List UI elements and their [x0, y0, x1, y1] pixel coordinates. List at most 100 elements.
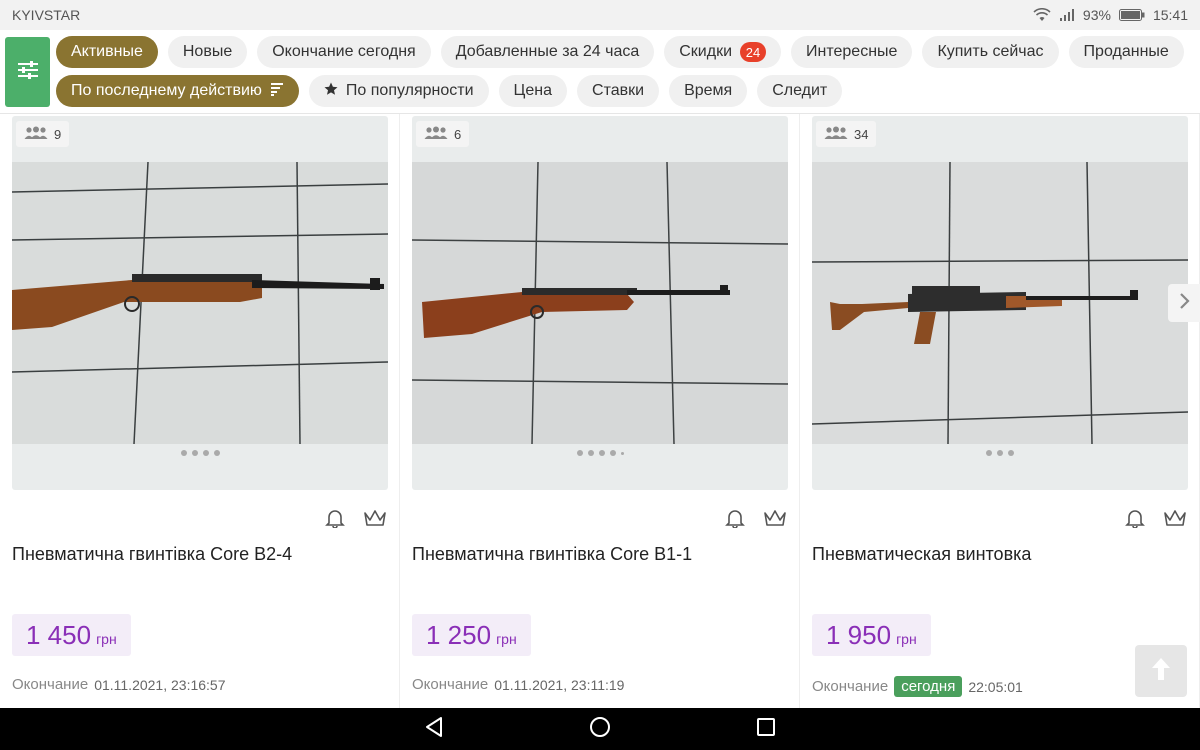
- chip-label: Купить сейчас: [937, 43, 1044, 60]
- sort-chip-bids[interactable]: Ставки: [577, 75, 660, 107]
- gallery-dot: [180, 450, 187, 456]
- bidders-number: 34: [854, 126, 869, 142]
- ending-label: Окончание: [812, 678, 889, 695]
- chip-label: Ставки: [592, 82, 645, 99]
- discount-count-badge: 24: [740, 42, 767, 62]
- battery-icon: [1118, 9, 1145, 21]
- ending-time: 01.11.2021, 23:11:19: [494, 676, 625, 693]
- chip-label: Активные: [71, 43, 143, 60]
- lot-title[interactable]: Пневматична гвинтівка Core B1-1: [412, 544, 692, 565]
- gallery-dots: [812, 450, 1188, 456]
- today-tag: сегодня: [894, 676, 963, 697]
- people-icon: [824, 126, 848, 143]
- system-nav-bar: [0, 708, 1200, 750]
- ending-time: 22:05:01: [968, 678, 1023, 695]
- price-amount: 1 450: [26, 620, 92, 650]
- star-icon: [324, 82, 338, 101]
- gallery-dot: [213, 450, 220, 456]
- chip-label: Новые: [182, 43, 233, 60]
- filter-chip-added-24h[interactable]: Добавленные за 24 часа: [440, 36, 655, 68]
- gallery-dot: [1008, 450, 1014, 456]
- gallery-dots: [412, 450, 788, 456]
- filter-chip-sold[interactable]: Проданные: [1068, 36, 1184, 68]
- people-icon: [24, 126, 48, 143]
- crown-icon[interactable]: [363, 509, 387, 532]
- gallery-dot: [576, 450, 583, 456]
- lot-actions: [325, 508, 387, 533]
- lot-title[interactable]: Пневматична гвинтівка Core B2-4: [12, 544, 292, 565]
- filter-chip-ending-today[interactable]: Окончание сегодня: [257, 36, 431, 68]
- rifle-photo: [812, 162, 1188, 444]
- gallery-dot: [598, 450, 605, 456]
- price-currency: грн: [96, 631, 117, 647]
- filter-chip-active[interactable]: Активные: [56, 36, 158, 68]
- lot-card[interactable]: 6 Пневматична гвинтівка Core B1-1 1 250 …: [400, 114, 800, 708]
- filter-bar: Активные Новые Окончание сегодня Добавле…: [0, 30, 1200, 114]
- lot-image-gallery[interactable]: 34: [812, 116, 1188, 490]
- sort-lines-icon: [270, 82, 284, 101]
- lot-ending: Окончание 01.11.2021, 23:16:57: [12, 676, 226, 693]
- ending-label: Окончание: [412, 676, 489, 693]
- lot-ending: Окончание 01.11.2021, 23:11:19: [412, 676, 624, 693]
- bidders-count: 9: [16, 121, 70, 147]
- lot-title[interactable]: Пневматическая винтовка: [812, 544, 1031, 565]
- lot-card[interactable]: 34 Пневматическая винтовка 1 950 грн Око…: [800, 114, 1200, 708]
- bidders-count: 34: [816, 121, 877, 147]
- crown-icon[interactable]: [763, 509, 787, 532]
- price-amount: 1 250: [426, 620, 492, 650]
- next-lots-button[interactable]: [1168, 284, 1200, 322]
- gallery-dot: [587, 450, 594, 456]
- filter-chips-row: Активные Новые Окончание сегодня Добавле…: [56, 36, 1184, 68]
- sort-chip-popularity[interactable]: По популярности: [308, 75, 489, 107]
- chevron-right-icon: [1178, 292, 1190, 315]
- chip-label: Время: [684, 82, 733, 99]
- status-bar-right: 93% 15:41: [1033, 7, 1188, 23]
- sort-chip-watching[interactable]: Следит: [757, 75, 843, 107]
- price-currency: грн: [496, 631, 517, 647]
- people-icon: [424, 126, 448, 143]
- sort-chip-last-action[interactable]: По последнему действию: [56, 75, 299, 107]
- lot-ending: Окончание сегодня 22:05:01: [812, 676, 1023, 697]
- bell-icon[interactable]: [1125, 508, 1145, 533]
- recents-square-icon[interactable]: [756, 717, 776, 742]
- chip-label: Скидки: [679, 43, 733, 60]
- gallery-dot: [609, 450, 616, 456]
- chip-label: Добавленные за 24 часа: [455, 43, 640, 60]
- chip-label: Следит: [772, 82, 828, 99]
- gallery-dot: [620, 451, 624, 455]
- bell-icon[interactable]: [725, 508, 745, 533]
- bell-icon[interactable]: [325, 508, 345, 533]
- lot-price: 1 250 грн: [412, 614, 531, 656]
- carrier-name: KYIVSTAR: [12, 7, 81, 23]
- scroll-to-top-button[interactable]: [1135, 645, 1187, 697]
- filter-chip-interesting[interactable]: Интересные: [791, 36, 913, 68]
- sort-chip-price[interactable]: Цена: [498, 75, 568, 107]
- chip-label: По последнему действию: [71, 82, 262, 99]
- lot-actions: [725, 508, 787, 533]
- signal-icon: [1059, 8, 1075, 22]
- home-circle-icon[interactable]: [589, 716, 611, 743]
- lot-price: 1 450 грн: [12, 614, 131, 656]
- chip-label: Окончание сегодня: [272, 43, 416, 60]
- filter-chip-buy-now[interactable]: Купить сейчас: [922, 36, 1059, 68]
- lot-price: 1 950 грн: [812, 614, 931, 656]
- sort-chip-time[interactable]: Время: [669, 75, 748, 107]
- bidders-count: 6: [416, 121, 470, 147]
- lots-grid: 9 Пневматична гвинтівка Core B2-4 1 450 …: [0, 114, 1200, 708]
- crown-icon[interactable]: [1163, 509, 1187, 532]
- rifle-photo: [12, 162, 388, 444]
- lot-actions: [1125, 508, 1187, 533]
- lot-card[interactable]: 9 Пневматична гвинтівка Core B2-4 1 450 …: [0, 114, 400, 708]
- battery-percent: 93%: [1082, 7, 1111, 23]
- filter-chip-discounts[interactable]: Скидки 24: [664, 36, 782, 68]
- bidders-number: 6: [454, 126, 462, 142]
- filter-settings-button[interactable]: [5, 37, 50, 107]
- chip-label: Интересные: [806, 43, 898, 60]
- lot-image-gallery[interactable]: 6: [412, 116, 788, 490]
- chip-label: По популярности: [345, 82, 474, 99]
- back-triangle-icon[interactable]: [424, 716, 444, 743]
- filter-chip-new[interactable]: Новые: [167, 36, 248, 68]
- gallery-dot: [191, 450, 198, 456]
- lot-image-gallery[interactable]: 9: [12, 116, 388, 490]
- gallery-dot: [202, 450, 209, 456]
